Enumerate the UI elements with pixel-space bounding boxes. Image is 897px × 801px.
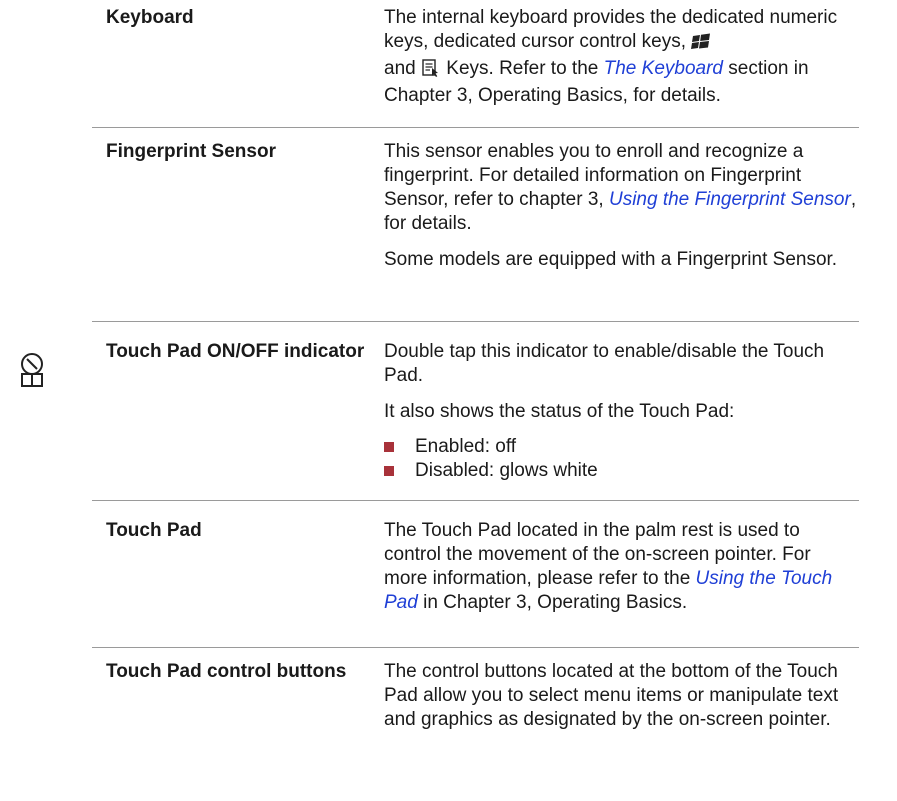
term-keyboard: Keyboard	[106, 7, 194, 28]
list-item-text: Enabled: off	[415, 436, 517, 457]
table-row-keyboard: Keyboard The internal keyboard provides …	[92, 0, 859, 128]
desc-text: Double tap this indicator to enable/disa…	[384, 341, 825, 386]
list-item: Disabled: glows white	[384, 459, 859, 483]
application-key-icon	[421, 59, 441, 84]
bullet-icon	[384, 442, 394, 452]
desc-touchpad: The Touch Pad located in the palm rest i…	[384, 519, 859, 615]
link-the-keyboard[interactable]: The Keyboard	[604, 58, 723, 79]
desc-touchpad-buttons: The control buttons located at the botto…	[384, 660, 859, 732]
desc-text: and	[384, 58, 416, 79]
desc-touchpad-indicator: Double tap this indicator to enable/disa…	[384, 340, 859, 483]
status-list: Enabled: off Disabled: glows white	[384, 435, 859, 483]
table-row-fingerprint-sensor: Fingerprint Sensor This sensor enables y…	[92, 128, 859, 322]
windows-logo-icon	[691, 32, 713, 57]
desc-text: in Chapter 3, Operating Basics.	[423, 592, 688, 613]
table-row-touchpad-indicator: Touch Pad ON/OFF indicator Double tap th…	[92, 322, 859, 501]
term-fingerprint-sensor: Fingerprint Sensor	[106, 141, 276, 162]
table-row-touchpad-buttons: Touch Pad control buttons The control bu…	[92, 648, 859, 732]
specification-table: Keyboard The internal keyboard provides …	[92, 0, 859, 732]
desc-text: Keys. Refer to the	[446, 58, 599, 79]
desc-text: It also shows the status of the Touch Pa…	[384, 401, 735, 422]
table-row-touchpad: Touch Pad The Touch Pad located in the p…	[92, 501, 859, 648]
list-item: Enabled: off	[384, 435, 859, 459]
touchpad-indicator-icon	[20, 352, 46, 393]
term-touchpad-indicator: Touch Pad ON/OFF indicator	[106, 341, 365, 362]
desc-fingerprint-sensor: This sensor enables you to enroll and re…	[384, 140, 859, 272]
desc-text: The control buttons located at the botto…	[384, 661, 839, 730]
desc-keyboard: The internal keyboard provides the dedic…	[384, 6, 859, 108]
desc-note: Some models are equipped with a Fingerpr…	[384, 249, 838, 270]
desc-text: The internal keyboard provides the dedic…	[384, 7, 838, 52]
link-using-fingerprint-sensor[interactable]: Using the Fingerprint Sensor	[609, 189, 851, 210]
term-touchpad-buttons: Touch Pad control buttons	[106, 661, 347, 682]
term-touchpad: Touch Pad	[106, 520, 202, 541]
bullet-icon	[384, 466, 394, 476]
list-item-text: Disabled: glows white	[415, 460, 598, 481]
